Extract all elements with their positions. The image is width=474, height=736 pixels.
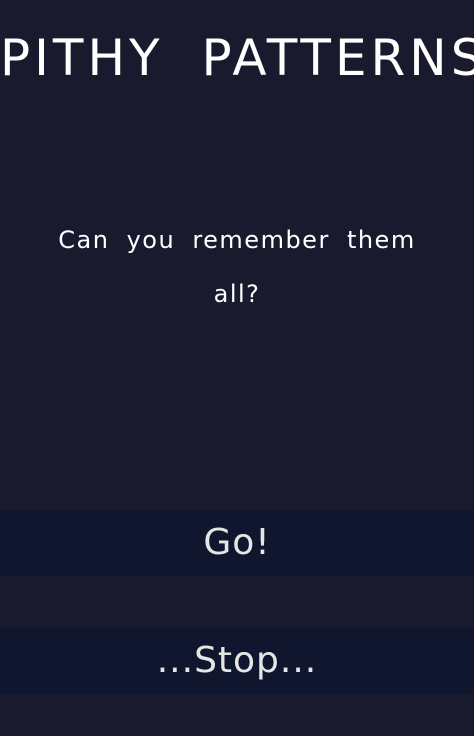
go-button[interactable]: Go! (0, 510, 474, 576)
game-subtitle: Can you remember them all? (58, 226, 416, 308)
stop-button[interactable]: ...Stop... (0, 628, 474, 694)
game-title: PITHY PATTERNS (0, 29, 474, 87)
